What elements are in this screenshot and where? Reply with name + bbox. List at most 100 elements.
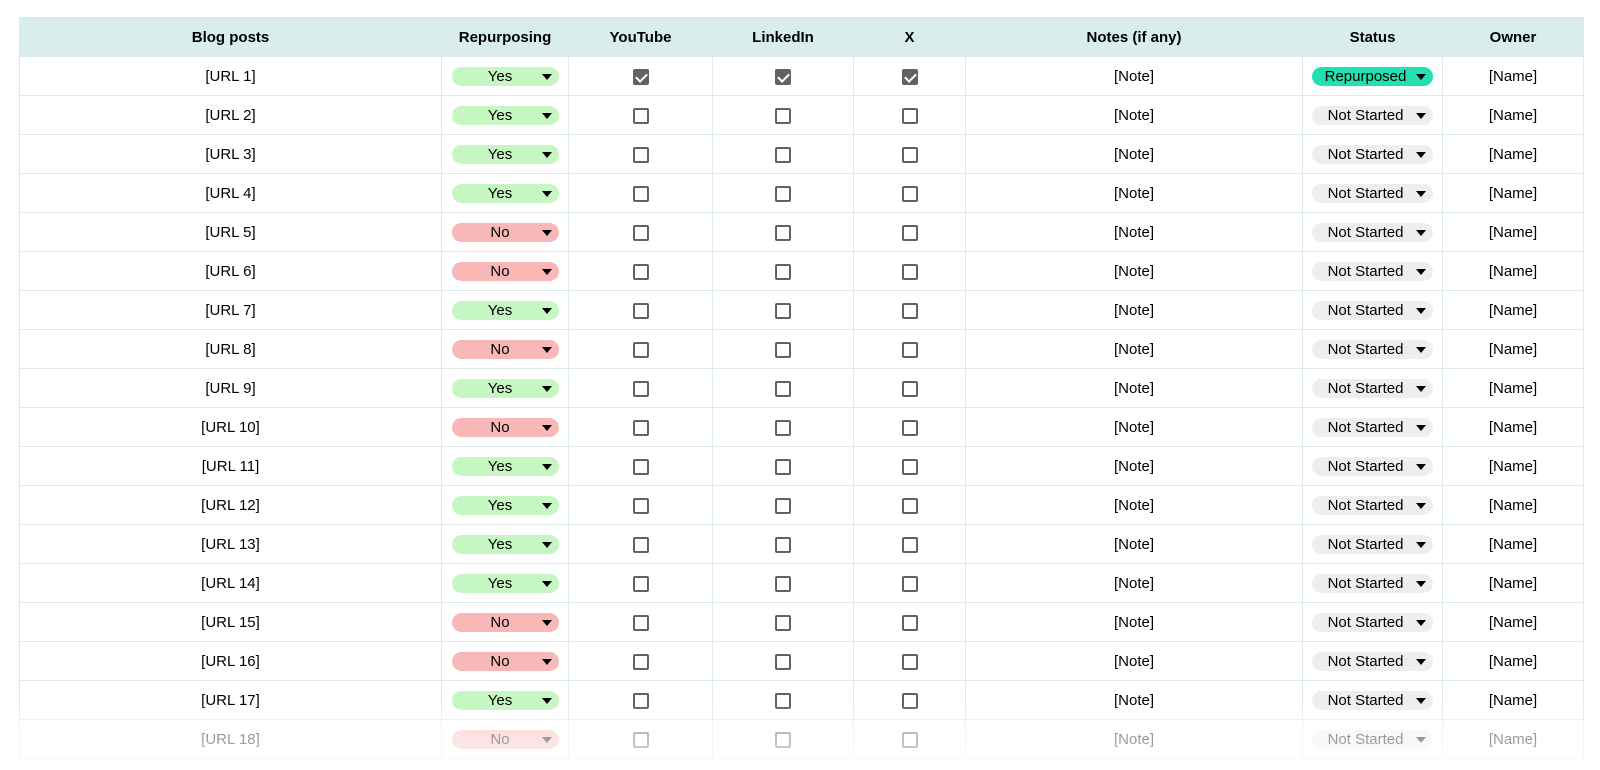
checkbox-unchecked-icon[interactable] [901,302,918,319]
checkbox-unchecked-icon[interactable] [775,536,791,553]
cell-owner[interactable]: [Name] [1442,485,1584,525]
repurposing-dropdown[interactable]: No [451,339,559,359]
cell-blog-post-url[interactable]: [URL 5] [19,212,442,252]
repurposing-dropdown[interactable]: Yes [451,378,559,398]
checkbox-unchecked-icon[interactable] [901,341,918,358]
checkbox-unchecked-icon[interactable] [901,263,918,280]
checkbox-unchecked-icon[interactable] [632,731,649,748]
checkbox-unchecked-icon[interactable] [632,614,649,631]
checkbox-unchecked-icon[interactable] [901,146,918,163]
status-dropdown[interactable]: Not Started [1312,690,1433,710]
checkbox-unchecked-icon[interactable] [775,224,791,241]
checkbox-unchecked-icon[interactable] [632,224,649,241]
cell-notes[interactable]: [Note] [965,524,1303,564]
checkbox-unchecked-icon[interactable] [632,341,649,358]
status-dropdown[interactable]: Not Started [1312,534,1433,554]
repurposing-dropdown[interactable]: No [451,261,559,281]
checkbox-unchecked-icon[interactable] [901,497,918,514]
cell-owner[interactable]: [Name] [1442,680,1584,720]
checkbox-unchecked-icon[interactable] [901,107,918,124]
header-linkedin[interactable]: LinkedIn [712,17,854,57]
checkbox-unchecked-icon[interactable] [901,458,918,475]
status-dropdown[interactable]: Not Started [1312,651,1433,671]
status-dropdown[interactable]: Not Started [1312,105,1433,125]
checkbox-unchecked-icon[interactable] [775,263,791,280]
cell-blog-post-url[interactable]: [URL 18] [19,719,442,759]
status-dropdown[interactable]: Not Started [1312,378,1433,398]
checkbox-checked-icon[interactable] [901,68,918,85]
cell-notes[interactable]: [Note] [965,602,1303,642]
status-dropdown[interactable]: Not Started [1312,456,1433,476]
checkbox-unchecked-icon[interactable] [632,107,649,124]
checkbox-checked-icon[interactable] [632,68,649,85]
checkbox-unchecked-icon[interactable] [632,692,649,709]
checkbox-unchecked-icon[interactable] [632,380,649,397]
status-dropdown[interactable]: Not Started [1312,417,1433,437]
cell-blog-post-url[interactable]: [URL 6] [19,251,442,291]
cell-notes[interactable]: [Note] [965,563,1303,603]
checkbox-unchecked-icon[interactable] [901,575,918,592]
status-dropdown[interactable]: Not Started [1312,612,1433,632]
repurposing-dropdown[interactable]: No [451,612,559,632]
repurposing-dropdown[interactable]: Yes [451,183,559,203]
cell-blog-post-url[interactable]: [URL 7] [19,290,442,330]
cell-blog-post-url[interactable]: [URL 4] [19,173,442,213]
checkbox-unchecked-icon[interactable] [632,146,649,163]
checkbox-unchecked-icon[interactable] [775,341,791,358]
checkbox-unchecked-icon[interactable] [775,497,791,514]
cell-notes[interactable]: [Note] [965,485,1303,525]
header-repurposing[interactable]: Repurposing [441,17,569,57]
cell-blog-post-url[interactable]: [URL 2] [19,95,442,135]
cell-owner[interactable]: [Name] [1442,368,1584,408]
checkbox-unchecked-icon[interactable] [775,458,791,475]
header-owner[interactable]: Owner [1442,17,1584,57]
cell-blog-post-url[interactable]: [URL 12] [19,485,442,525]
checkbox-unchecked-icon[interactable] [775,107,791,124]
cell-blog-post-url[interactable]: [URL 16] [19,641,442,681]
cell-notes[interactable]: [Note] [965,680,1303,720]
status-dropdown[interactable]: Not Started [1312,261,1433,281]
repurposing-dropdown[interactable]: Yes [451,300,559,320]
status-dropdown[interactable]: Not Started [1312,300,1433,320]
cell-owner[interactable]: [Name] [1442,719,1584,759]
repurposing-dropdown[interactable]: No [451,729,559,749]
cell-owner[interactable]: [Name] [1442,212,1584,252]
checkbox-unchecked-icon[interactable] [775,419,791,436]
checkbox-unchecked-icon[interactable] [901,536,918,553]
checkbox-unchecked-icon[interactable] [901,692,918,709]
cell-owner[interactable]: [Name] [1442,563,1584,603]
cell-notes[interactable]: [Note] [965,173,1303,213]
cell-owner[interactable]: [Name] [1442,134,1584,174]
checkbox-unchecked-icon[interactable] [775,302,791,319]
checkbox-unchecked-icon[interactable] [632,419,649,436]
checkbox-unchecked-icon[interactable] [901,224,918,241]
cell-notes[interactable]: [Note] [965,641,1303,681]
cell-owner[interactable]: [Name] [1442,407,1584,447]
repurposing-dropdown[interactable]: Yes [451,456,559,476]
cell-blog-post-url[interactable]: [URL 1] [19,56,442,96]
cell-owner[interactable]: [Name] [1442,56,1584,96]
checkbox-unchecked-icon[interactable] [901,185,918,202]
cell-notes[interactable]: [Note] [965,95,1303,135]
status-dropdown[interactable]: Not Started [1312,339,1433,359]
cell-owner[interactable]: [Name] [1442,251,1584,291]
checkbox-unchecked-icon[interactable] [632,536,649,553]
status-dropdown[interactable]: Repurposed [1312,66,1433,86]
cell-notes[interactable]: [Note] [965,56,1303,96]
repurposing-dropdown[interactable]: Yes [451,534,559,554]
cell-owner[interactable]: [Name] [1442,173,1584,213]
cell-notes[interactable]: [Note] [965,251,1303,291]
checkbox-unchecked-icon[interactable] [775,185,791,202]
checkbox-unchecked-icon[interactable] [632,263,649,280]
cell-blog-post-url[interactable]: [URL 13] [19,524,442,564]
cell-notes[interactable]: [Note] [965,446,1303,486]
status-dropdown[interactable]: Not Started [1312,222,1433,242]
checkbox-unchecked-icon[interactable] [775,692,791,709]
cell-owner[interactable]: [Name] [1442,329,1584,369]
status-dropdown[interactable]: Not Started [1312,729,1433,749]
cell-notes[interactable]: [Note] [965,212,1303,252]
cell-owner[interactable]: [Name] [1442,290,1584,330]
checkbox-unchecked-icon[interactable] [632,302,649,319]
cell-notes[interactable]: [Note] [965,719,1303,759]
cell-blog-post-url[interactable]: [URL 9] [19,368,442,408]
